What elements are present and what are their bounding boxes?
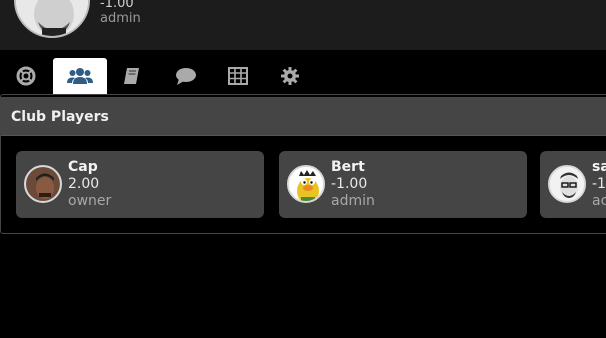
player-name: sa bbox=[592, 159, 606, 175]
tab-settings[interactable] bbox=[268, 58, 312, 94]
tab-table[interactable] bbox=[216, 58, 260, 94]
users-icon bbox=[67, 68, 93, 84]
player-name: Bert bbox=[331, 159, 365, 175]
tab-bar bbox=[0, 58, 606, 94]
player-card-cap[interactable]: Cap 2.00 owner bbox=[16, 151, 264, 218]
panel-header: Club Players bbox=[1, 97, 606, 136]
player-role: ac bbox=[592, 193, 606, 209]
player-score: -1.00 bbox=[331, 176, 368, 192]
player-score: 2.00 bbox=[68, 176, 100, 192]
player-name: Cap bbox=[68, 159, 98, 175]
player-info: Bert -1.00 admin bbox=[331, 159, 375, 210]
tab-players[interactable] bbox=[53, 58, 107, 94]
player-card-bert[interactable]: Bert -1.00 admin bbox=[279, 151, 527, 218]
club-players-panel: Club Players Cap 2.00 owner Bert -1.00 a… bbox=[0, 94, 606, 234]
player-info: Cap 2.00 owner bbox=[68, 159, 111, 210]
panel-title: Club Players bbox=[11, 109, 109, 125]
player-role: owner bbox=[68, 193, 112, 209]
player-info: sa -1 ac bbox=[592, 159, 606, 210]
current-user-score: -1.00 bbox=[100, 0, 134, 11]
tab-book[interactable] bbox=[110, 58, 154, 94]
profile-header: -1.00 admin bbox=[0, 0, 606, 50]
book-icon bbox=[124, 68, 139, 84]
current-user-avatar[interactable] bbox=[14, 0, 90, 38]
avatar bbox=[24, 165, 62, 203]
player-score: -1 bbox=[592, 176, 606, 192]
avatar bbox=[548, 165, 586, 203]
table-grid-icon bbox=[228, 67, 248, 85]
current-user-role: admin bbox=[100, 11, 141, 26]
avatar bbox=[287, 165, 325, 203]
tab-chat[interactable] bbox=[164, 58, 208, 94]
player-role: admin bbox=[331, 193, 375, 209]
tab-support[interactable] bbox=[4, 58, 48, 94]
lifebuoy-icon bbox=[16, 66, 36, 86]
chat-bubble-icon bbox=[176, 68, 196, 85]
current-user-info: -1.00 admin bbox=[100, 0, 141, 26]
gear-icon bbox=[281, 67, 299, 85]
player-card-sa[interactable]: sa -1 ac bbox=[540, 151, 606, 218]
